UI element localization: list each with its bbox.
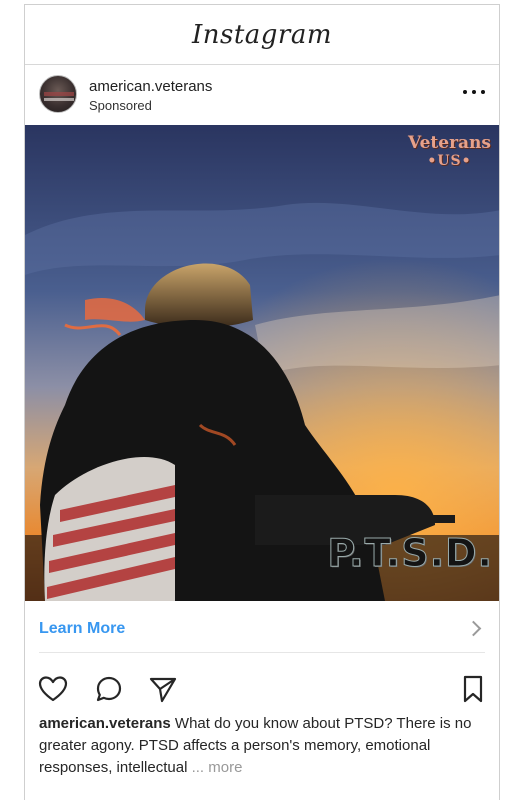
send-icon[interactable] bbox=[147, 673, 179, 705]
caption-more-link[interactable]: more bbox=[208, 759, 242, 776]
more-horizontal-icon[interactable] bbox=[463, 87, 485, 97]
avatar-flag-stripe bbox=[44, 98, 74, 101]
image-overlay-veterans-us: Veterans •US• bbox=[407, 133, 491, 169]
caption-ellipsis: ... bbox=[191, 759, 205, 776]
comment-icon[interactable] bbox=[93, 673, 125, 705]
learn-more-label: Learn More bbox=[39, 619, 126, 637]
chevron-right-icon bbox=[465, 620, 482, 637]
post-image-artwork bbox=[25, 125, 499, 601]
image-overlay-ptsd: P.T.S.D. bbox=[327, 531, 493, 576]
dot bbox=[481, 90, 485, 94]
avatar-flag-stripe bbox=[44, 92, 74, 96]
avatar[interactable] bbox=[39, 75, 77, 113]
learn-more-button[interactable]: Learn More bbox=[39, 605, 485, 653]
caption-username[interactable]: american.veterans bbox=[39, 715, 171, 732]
app-header: Instagram bbox=[25, 5, 499, 65]
overlay-title-line2: •US• bbox=[427, 153, 472, 169]
dot bbox=[463, 90, 467, 94]
sponsored-label: Sponsored bbox=[89, 98, 152, 113]
post-username[interactable]: american.veterans bbox=[89, 78, 212, 95]
instagram-frame: Instagram american.veterans Sponsored Ve… bbox=[24, 4, 500, 800]
dot bbox=[472, 90, 476, 94]
instagram-logo[interactable]: Instagram bbox=[192, 20, 332, 50]
rifle-barrel bbox=[385, 515, 455, 523]
overlay-title-line1: Veterans bbox=[407, 133, 491, 153]
action-bar bbox=[25, 665, 499, 709]
post-caption: american.veterans What do you know about… bbox=[39, 713, 479, 779]
post-header: american.veterans Sponsored bbox=[25, 65, 499, 125]
heart-icon[interactable] bbox=[37, 673, 69, 705]
post-image[interactable]: Veterans •US• P.T.S.D. bbox=[25, 125, 499, 601]
bookmark-icon[interactable] bbox=[457, 673, 489, 705]
